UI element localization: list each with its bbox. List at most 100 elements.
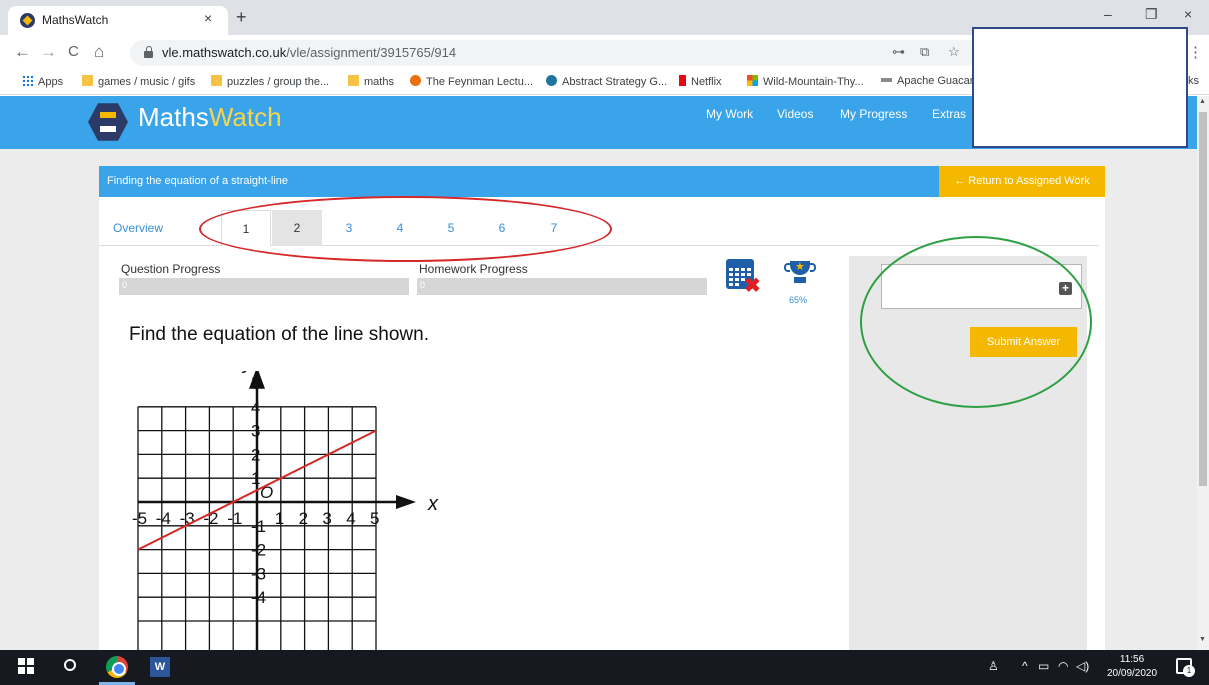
y-tick-label: 3	[251, 422, 260, 441]
microsoft-icon	[747, 75, 758, 86]
reload-button[interactable]: C	[68, 43, 79, 60]
forward-button[interactable]: →	[40, 42, 57, 62]
bookmark-abstract-strategy[interactable]: Abstract Strategy G...	[546, 75, 667, 91]
bookmark-star-icon[interactable]: ☆	[948, 44, 960, 60]
restore-button[interactable]: ❐	[1145, 6, 1158, 23]
x-tick-label: 1	[275, 509, 284, 528]
home-button[interactable]: ⌂	[94, 42, 104, 62]
y-tick-label: -2	[251, 541, 266, 560]
scroll-down-icon[interactable]: ▼	[1199, 636, 1206, 643]
page-scrollbar[interactable]: ▲ ▼	[1197, 96, 1209, 650]
minimize-button[interactable]: –	[1104, 6, 1112, 22]
scroll-up-icon[interactable]: ▲	[1199, 98, 1206, 105]
new-tab-button[interactable]: +	[236, 7, 247, 28]
url-text: vle.mathswatch.co.uk/vle/assignment/3915…	[162, 45, 457, 60]
site-logo[interactable]: MathsWatch	[138, 102, 282, 133]
search-icon[interactable]	[64, 659, 76, 671]
bookmark-puzzles[interactable]: puzzles / group the...	[211, 75, 329, 91]
x-tick-label: -2	[203, 509, 218, 528]
line-graph: xy O-5-4-3-2-11234554321-1-2-3-4	[132, 371, 439, 651]
bookmark-games[interactable]: games / music / gifs	[82, 75, 195, 91]
translate-icon[interactable]: ⧉	[920, 44, 929, 60]
word-taskbar-icon[interactable]: W	[150, 657, 170, 677]
y-tick-label: -1	[251, 517, 266, 536]
bookmark-apache-guacamole[interactable]: Apache Guacam	[881, 75, 979, 91]
browser-tab[interactable]: MathsWatch ×	[8, 6, 228, 35]
nav-my-progress[interactable]: My Progress	[840, 107, 907, 121]
bookmark-feynman[interactable]: The Feynman Lectu...	[410, 75, 533, 91]
folder-icon	[348, 75, 359, 86]
tab-overview[interactable]: Overview	[113, 210, 173, 246]
mathswatch-logo-icon[interactable]	[88, 103, 128, 141]
back-button[interactable]: ←	[14, 42, 31, 62]
close-window-button[interactable]: ×	[1184, 6, 1192, 22]
notification-count: 1	[1183, 665, 1195, 677]
folder-icon	[82, 75, 93, 86]
battery-icon[interactable]: ▭	[1038, 659, 1049, 673]
netflix-icon	[679, 75, 686, 86]
windows-taskbar: W ♙ ^ ▭ ◠ ◁) 11:56 20/09/2020 1	[0, 650, 1209, 685]
x-tick-label: 3	[322, 509, 331, 528]
bookmark-maths[interactable]: maths	[348, 75, 394, 91]
x-tick-label: 5	[370, 509, 379, 528]
question-text: Find the equation of the line shown.	[129, 324, 429, 345]
x-tick-label: -5	[132, 509, 147, 528]
y-tick-label: -4	[251, 588, 266, 607]
bookmark-other[interactable]: ks	[1188, 75, 1199, 91]
volume-icon[interactable]: ◁)	[1076, 659, 1089, 673]
y-tick-label: 4	[251, 398, 260, 417]
nav-videos[interactable]: Videos	[777, 107, 813, 121]
red-cross-icon: ✖	[744, 275, 761, 297]
redaction-box	[972, 27, 1188, 148]
folder-icon	[211, 75, 222, 86]
people-icon[interactable]: ♙	[988, 659, 999, 673]
bookmark-netflix[interactable]: Netflix	[679, 75, 722, 91]
wifi-icon[interactable]: ◠	[1058, 659, 1068, 673]
bookmark-apps[interactable]: Apps	[22, 75, 63, 91]
x-axis-label: x	[427, 493, 439, 515]
wordpress-icon	[546, 75, 557, 86]
answer-panel: + Submit Answer	[849, 236, 1092, 650]
arrow-left-icon: ←	[954, 175, 969, 187]
y-tick-label: 2	[251, 445, 260, 464]
return-to-assigned-work-button[interactable]: ← Return to Assigned Work	[939, 166, 1105, 197]
nav-my-work[interactable]: My Work	[706, 107, 753, 121]
bookmark-wild-mountain[interactable]: Wild-Mountain-Thy...	[747, 75, 864, 91]
homework-progress-label: Homework Progress	[419, 262, 528, 276]
green-annotation-oval	[860, 236, 1092, 408]
x-tick-label: -4	[156, 509, 171, 528]
lock-icon	[144, 46, 153, 58]
assignment-card: Finding the equation of a straight-line …	[99, 166, 1105, 651]
x-tick-label: 2	[299, 509, 308, 528]
question-progress-label: Question Progress	[121, 262, 221, 276]
trophy-icon: ★	[784, 259, 816, 285]
y-tick-label: 1	[251, 469, 260, 488]
x-axis-arrow-icon	[396, 495, 416, 509]
scroll-thumb[interactable]	[1199, 112, 1207, 486]
guacamole-icon	[881, 78, 892, 82]
apps-grid-icon	[22, 75, 33, 86]
homework-progress-bar: 0	[417, 278, 707, 295]
chrome-taskbar-icon[interactable]	[106, 656, 128, 678]
tray-chevron-icon[interactable]: ^	[1022, 659, 1028, 673]
question-progress-bar: 0	[119, 278, 409, 295]
tab-close-icon[interactable]: ×	[204, 10, 212, 26]
x-tick-label: -1	[227, 509, 242, 528]
y-tick-label: -3	[251, 564, 266, 583]
feynman-icon	[410, 75, 421, 86]
key-icon[interactable]: ⊶	[892, 44, 905, 60]
system-clock[interactable]: 11:56 20/09/2020	[1107, 653, 1157, 681]
nav-extras[interactable]: Extras	[932, 107, 966, 121]
tab-title: MathsWatch	[42, 13, 109, 27]
calculator-not-allowed-icon: ✖	[726, 259, 761, 297]
assignment-title: Finding the equation of a straight-line	[107, 175, 289, 187]
x-tick-label: 4	[346, 509, 355, 528]
trophy-percentage: 65%	[789, 295, 808, 305]
red-annotation-oval	[199, 196, 612, 262]
mathswatch-favicon-icon	[20, 13, 35, 28]
y-tick-label: 5	[251, 374, 260, 393]
assignment-title-bar: Finding the equation of a straight-line …	[99, 166, 1105, 197]
browser-menu-button[interactable]: ⋮	[1188, 43, 1203, 61]
windows-start-icon[interactable]	[18, 658, 34, 674]
address-bar[interactable]: vle.mathswatch.co.uk/vle/assignment/3915…	[130, 40, 980, 66]
